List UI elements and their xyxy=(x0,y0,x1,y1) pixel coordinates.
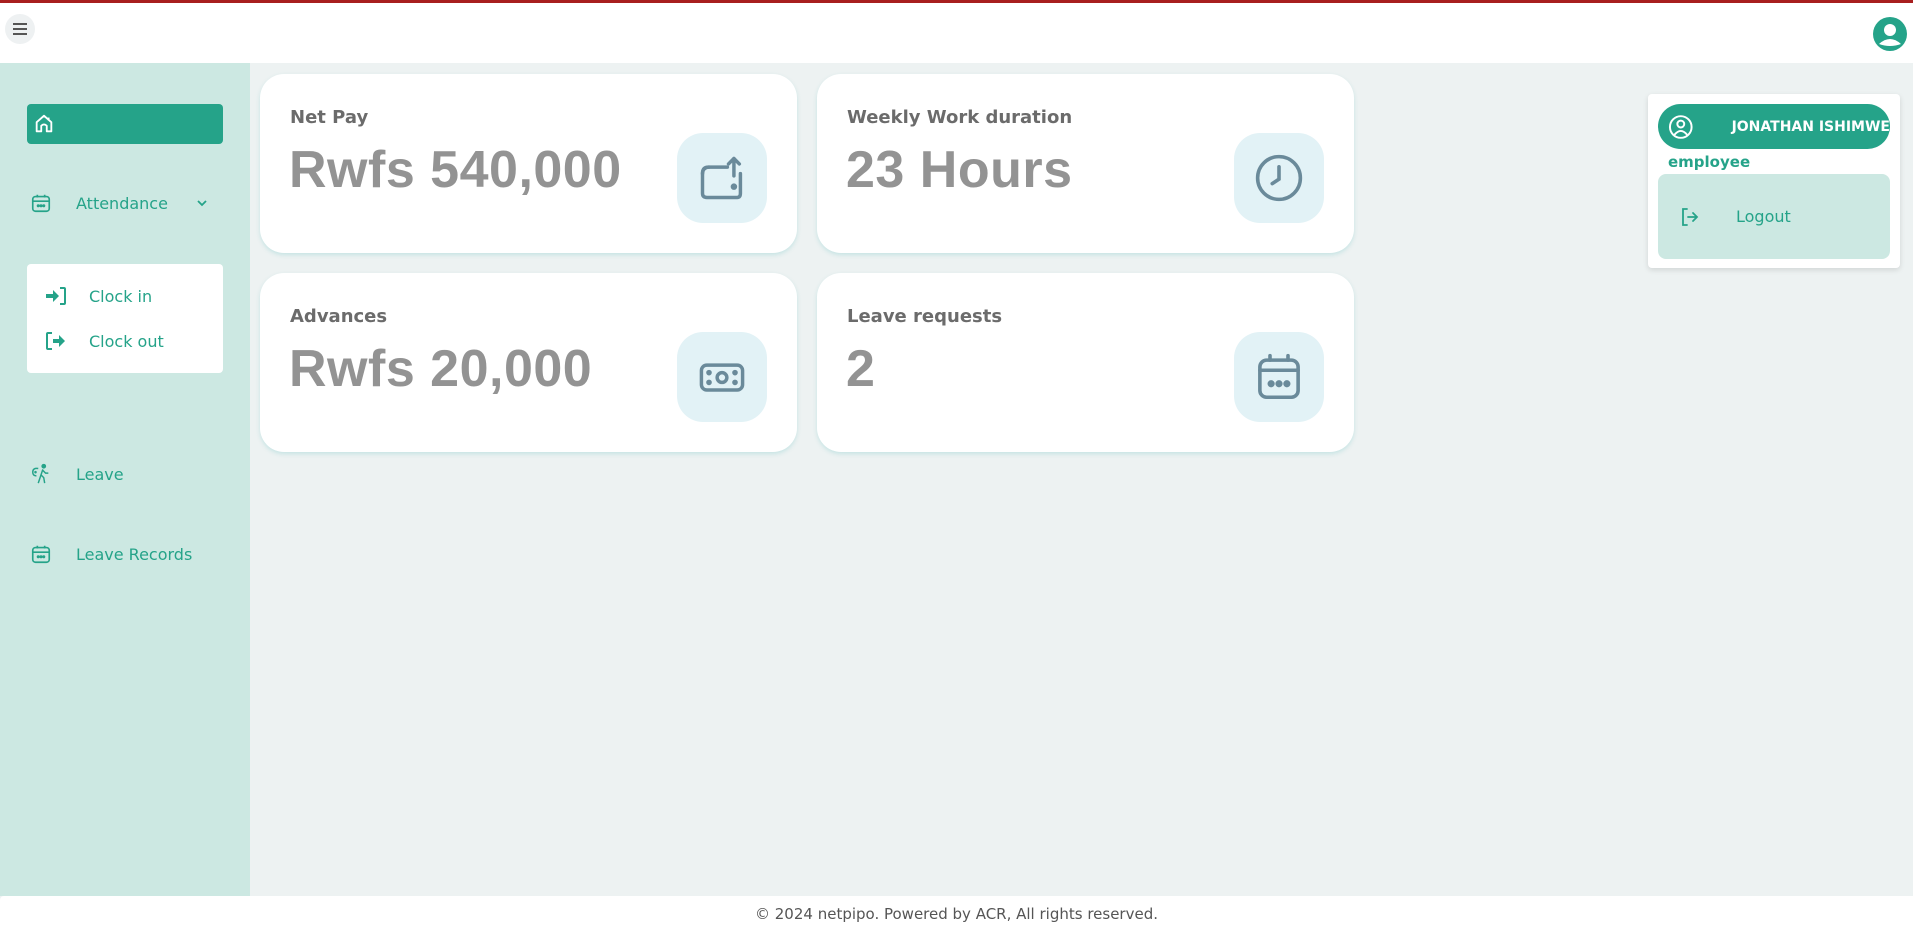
walking-leave-icon xyxy=(32,463,49,484)
card-value: Rwfs 540,000 xyxy=(289,141,622,199)
sidebar-item-clock-out[interactable]: Clock out xyxy=(45,331,164,351)
sidebar-item-label: Leave Records xyxy=(76,544,193,564)
calendar-icon xyxy=(1258,353,1300,400)
user-dropdown: JONATHAN ISHIMWE employee Logout xyxy=(1648,94,1900,268)
sidebar-item-clock-in[interactable]: Clock in xyxy=(45,286,152,306)
hamburger-icon xyxy=(13,23,27,35)
sidebar: Attendance Clock in Clock out Leave Leav… xyxy=(0,63,250,896)
card-value: 2 xyxy=(846,340,876,398)
logout-button[interactable]: Logout xyxy=(1658,174,1890,259)
user-name: JONATHAN ISHIMWE xyxy=(1731,118,1890,135)
sidebar-item-label: Attendance xyxy=(76,193,168,213)
user-role: employee xyxy=(1668,153,1751,171)
card-title: Leave requests xyxy=(847,306,1003,327)
calendar-icon xyxy=(31,545,51,564)
card-title: Advances xyxy=(290,306,388,327)
sign-in-icon xyxy=(46,287,66,305)
attendance-submenu: Clock in Clock out xyxy=(27,264,223,373)
footer-text: © 2024 netpipo. Powered by ACR, All righ… xyxy=(755,904,1158,923)
stat-card-advances: Advances Rwfs 20,000 xyxy=(260,273,797,452)
menu-toggle-button[interactable] xyxy=(5,14,35,44)
user-circle-icon xyxy=(1879,24,1901,46)
card-icon-box xyxy=(677,332,767,422)
sidebar-item-leave-records[interactable]: Leave Records xyxy=(30,543,192,565)
sidebar-item-attendance[interactable]: Attendance xyxy=(30,192,208,214)
sidebar-item-leave[interactable]: Leave xyxy=(30,462,124,486)
calendar-icon xyxy=(31,194,51,213)
logout-icon xyxy=(1682,207,1699,226)
top-bar xyxy=(0,0,1913,63)
stat-card-weekly-work: Weekly Work duration 23 Hours xyxy=(817,74,1354,253)
clock-icon xyxy=(1255,154,1303,202)
card-icon-box xyxy=(1234,332,1324,422)
cash-icon xyxy=(699,363,745,392)
wallet-upload-icon xyxy=(700,156,743,200)
user-circle-icon xyxy=(1668,114,1693,139)
sidebar-item-label: Clock out xyxy=(89,331,164,351)
logout-label: Logout xyxy=(1736,207,1791,226)
account-button[interactable] xyxy=(1873,17,1907,51)
stat-card-leave-requests: Leave requests 2 xyxy=(817,273,1354,452)
user-profile-button[interactable]: JONATHAN ISHIMWE xyxy=(1658,104,1890,149)
card-icon-box xyxy=(677,133,767,223)
chevron-down-icon[interactable] xyxy=(196,199,208,207)
card-icon-box xyxy=(1234,133,1324,223)
sidebar-item-label: Clock in xyxy=(89,286,153,306)
sign-out-icon xyxy=(46,332,65,350)
home-icon xyxy=(35,114,53,133)
footer: © 2024 netpipo. Powered by ACR, All righ… xyxy=(0,896,1913,931)
card-value: Rwfs 20,000 xyxy=(289,340,593,398)
sidebar-item-label: Leave xyxy=(76,464,124,484)
card-title: Weekly Work duration xyxy=(847,107,1073,128)
card-title: Net Pay xyxy=(290,107,369,128)
sidebar-item-home[interactable] xyxy=(27,104,223,144)
card-value: 23 Hours xyxy=(846,141,1073,199)
stat-card-net-pay: Net Pay Rwfs 540,000 xyxy=(260,74,797,253)
